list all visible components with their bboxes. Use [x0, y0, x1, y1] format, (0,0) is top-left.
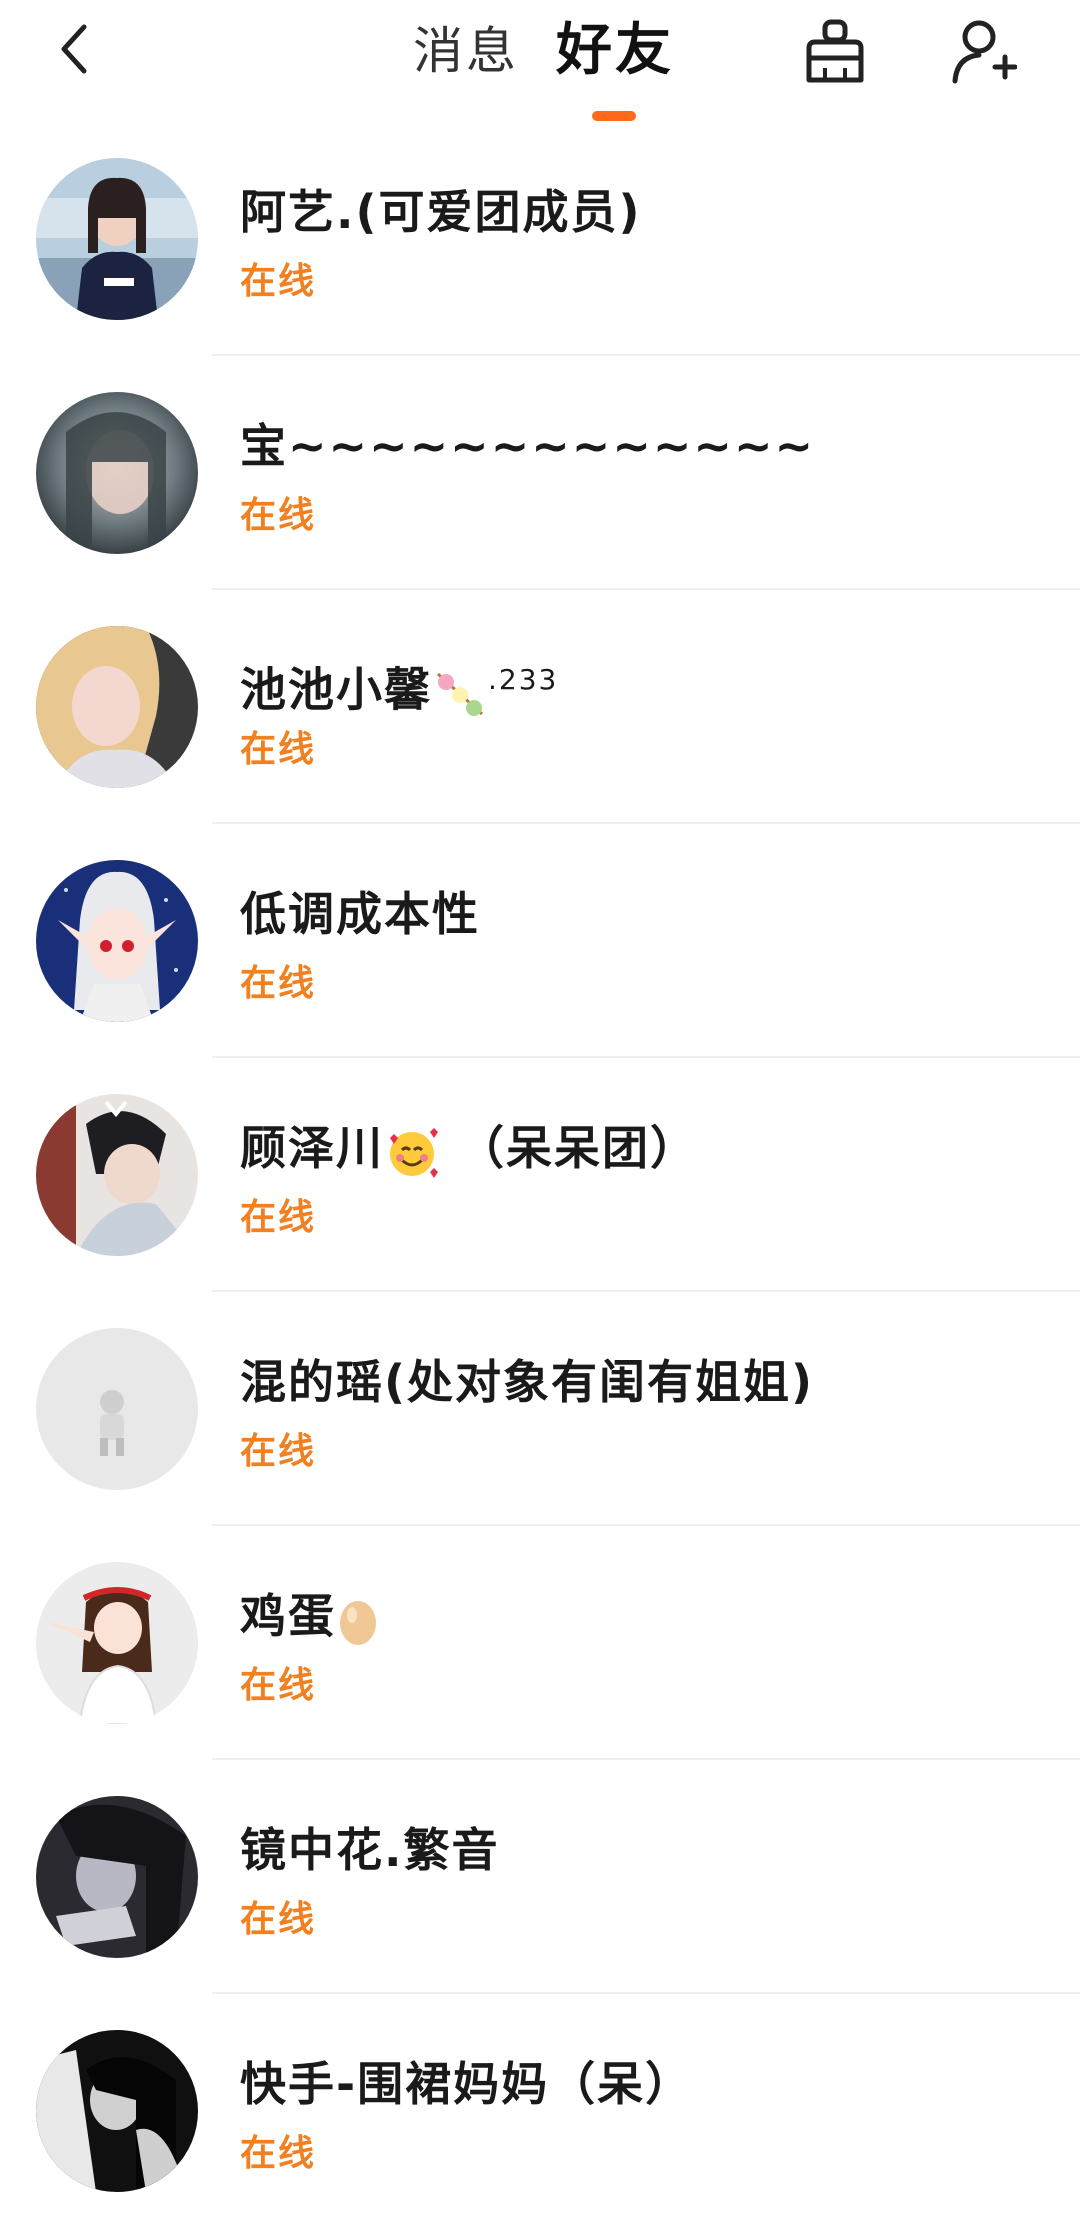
tab-friends[interactable]: 好友 — [556, 18, 674, 84]
avatar[interactable] — [36, 626, 198, 788]
list-item[interactable]: 镜中花.繁音 在线 — [0, 1760, 1080, 1994]
smiling-face-with-hearts-icon — [390, 1127, 438, 1178]
list-item[interactable]: 顾泽川 （呆呆团） 在线 — [0, 1058, 1080, 1292]
friend-name: 快手-围裙妈妈（呆） — [240, 2057, 694, 2111]
online-status: 在线 — [240, 495, 317, 536]
avatar[interactable] — [36, 1094, 198, 1256]
avatar[interactable] — [36, 1562, 198, 1724]
friend-name: 镜中花.繁音 — [240, 1823, 500, 1877]
list-item[interactable]: 池池小馨 .233 在线 — [0, 590, 1080, 824]
friend-name: 低调成本性 — [240, 887, 480, 941]
dango-emoji-icon — [436, 672, 484, 716]
avatar[interactable] — [36, 1328, 198, 1490]
online-status: 在线 — [240, 261, 317, 302]
friend-name: 池池小馨 .233 — [240, 662, 559, 717]
online-status: 在线 — [240, 2133, 317, 2174]
avatar[interactable] — [36, 860, 198, 1022]
clear-unread-button[interactable] — [795, 12, 875, 92]
egg-icon — [340, 1600, 376, 1645]
friend-name: 顾泽川 （呆呆团） — [240, 1120, 698, 1180]
online-status: 在线 — [240, 1197, 317, 1238]
friends-list: 阿艺.(可爱团成员) 在线 宝~~~~~~~~~~~~~ 在线 池池小馨 .23… — [0, 122, 1080, 2227]
top-bar: 消息 好友 — [0, 0, 1080, 122]
add-friend-button[interactable] — [944, 12, 1024, 92]
friend-name: 鸡蛋 — [240, 1588, 380, 1647]
list-item[interactable]: 宝~~~~~~~~~~~~~ 在线 — [0, 356, 1080, 590]
avatar[interactable] — [36, 2030, 198, 2192]
online-status: 在线 — [240, 1899, 317, 1940]
broom-icon — [806, 19, 864, 83]
friend-name: 阿艺.(可爱团成员) — [240, 185, 642, 239]
online-status: 在线 — [240, 963, 317, 1004]
avatar[interactable] — [36, 392, 198, 554]
online-status: 在线 — [240, 1431, 317, 1472]
add-user-icon — [952, 20, 1017, 84]
list-item[interactable]: 混的瑶(处对象有闺有姐姐) 在线 — [0, 1292, 1080, 1526]
active-tab-indicator — [592, 111, 636, 121]
list-item[interactable]: 阿艺.(可爱团成员) 在线 — [0, 122, 1080, 356]
online-status: 在线 — [240, 1665, 317, 1706]
list-item[interactable]: 快手-围裙妈妈（呆） 在线 — [0, 1994, 1080, 2227]
header-tabs: 消息 好友 — [0, 0, 1080, 122]
friends-page: 消息 好友 阿艺.(可爱团成员) 在线 宝~~~~~~~~~~~~~ 在线 池池… — [0, 0, 1080, 2227]
avatar[interactable] — [36, 158, 198, 320]
online-status: 在线 — [240, 729, 317, 770]
list-item[interactable]: 低调成本性 在线 — [0, 824, 1080, 1058]
friend-name: 宝~~~~~~~~~~~~~ — [240, 419, 816, 473]
friend-name: 混的瑶(处对象有闺有姐姐) — [240, 1355, 815, 1409]
list-item[interactable]: 鸡蛋 在线 — [0, 1526, 1080, 1760]
tab-messages[interactable]: 消息 — [413, 18, 519, 84]
avatar[interactable] — [36, 1796, 198, 1958]
